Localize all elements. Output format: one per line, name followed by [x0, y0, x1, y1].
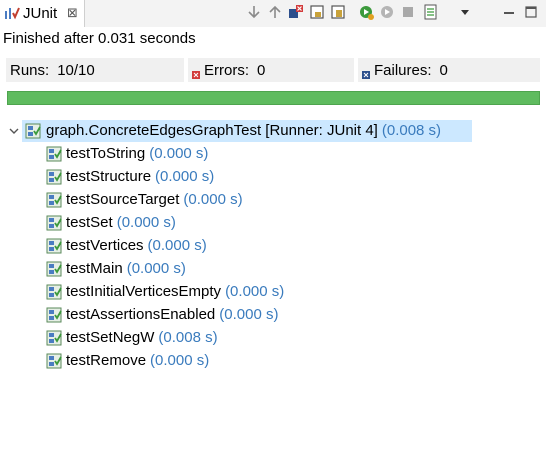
minimize-icon[interactable]: [500, 3, 518, 21]
test-time: (0.008 s): [158, 329, 218, 346]
test-row[interactable]: testRemove (0.000 s): [0, 350, 546, 372]
test-passed-icon: [46, 261, 62, 277]
test-row[interactable]: testSetNegW (0.008 s): [0, 327, 546, 349]
errors-label: Errors:: [204, 61, 249, 79]
test-name: testStructure: [66, 168, 152, 185]
test-name: testRemove: [66, 352, 147, 369]
test-row[interactable]: testSet (0.000 s): [0, 212, 546, 234]
view-title-bar: JUnit ⊠: [0, 0, 546, 27]
test-suite-icon: [25, 123, 41, 139]
counter-panel: Runs: 10/10 Errors: 0 Failures: 0: [0, 58, 546, 84]
view-toolbar: [0, 0, 546, 27]
test-time: (0.000 s): [219, 306, 279, 323]
test-passed-icon: [46, 215, 62, 231]
next-failure-icon[interactable]: [245, 3, 263, 21]
test-row[interactable]: testSourceTarget (0.000 s): [0, 189, 546, 211]
test-passed-icon: [46, 238, 62, 254]
test-row[interactable]: testStructure (0.000 s): [0, 166, 546, 188]
test-run-history-icon[interactable]: [422, 3, 440, 21]
test-row[interactable]: testInitialVerticesEmpty (0.000 s): [0, 281, 546, 303]
errors-value: 0: [257, 61, 266, 79]
test-label: testVertices (0.000 s): [66, 237, 207, 254]
maximize-icon[interactable]: [522, 3, 540, 21]
show-failures-only-icon[interactable]: [287, 3, 305, 21]
test-name: testInitialVerticesEmpty: [66, 283, 222, 300]
test-label: testStructure (0.000 s): [66, 168, 214, 185]
run-status-text: Finished after 0.031 seconds: [3, 30, 196, 47]
test-time: (0.000 s): [116, 214, 176, 231]
test-time: (0.000 s): [149, 145, 209, 162]
test-passed-icon: [46, 307, 62, 323]
test-name: testToString: [66, 145, 146, 162]
test-time: (0.000 s): [150, 352, 210, 369]
failures-value: 0: [439, 61, 448, 79]
test-row[interactable]: testToString (0.000 s): [0, 143, 546, 165]
suite-time: (0.008 s): [381, 122, 442, 139]
view-menu-icon[interactable]: [456, 3, 474, 21]
test-label: testSetNegW (0.008 s): [66, 329, 218, 346]
test-time: (0.000 s): [183, 191, 243, 208]
test-name: testMain: [66, 260, 123, 277]
test-passed-icon: [46, 353, 62, 369]
test-name: testSet: [66, 214, 113, 231]
failure-icon: [362, 66, 370, 79]
test-row[interactable]: testMain (0.000 s): [0, 258, 546, 280]
test-row[interactable]: testVertices (0.000 s): [0, 235, 546, 257]
chevron-down-icon[interactable]: [8, 124, 20, 136]
runs-counter: Runs: 10/10: [6, 58, 184, 82]
failures-counter: Failures: 0: [358, 58, 540, 82]
runs-label: Runs:: [10, 61, 50, 79]
suite-name: graph.ConcreteEdgesGraphTest [Runner: JU…: [46, 122, 378, 139]
test-name: testSetNegW: [66, 329, 155, 346]
layout-toggle-icon[interactable]: [329, 3, 347, 21]
test-time: (0.000 s): [155, 168, 215, 185]
test-label: testSet (0.000 s): [66, 214, 176, 231]
test-passed-icon: [46, 330, 62, 346]
test-label: testSourceTarget (0.000 s): [66, 191, 243, 208]
test-passed-icon: [46, 146, 62, 162]
stop-icon[interactable]: [399, 3, 417, 21]
test-time: (0.000 s): [126, 260, 186, 277]
suite-label: graph.ConcreteEdgesGraphTest [Runner: JU…: [46, 122, 441, 139]
test-name: testSourceTarget: [66, 191, 180, 208]
test-name: testAssertionsEnabled: [66, 306, 216, 323]
suite-row[interactable]: graph.ConcreteEdgesGraphTest [Runner: JU…: [0, 120, 546, 142]
previous-failure-icon[interactable]: [266, 3, 284, 21]
test-passed-icon: [46, 192, 62, 208]
test-label: testMain (0.000 s): [66, 260, 186, 277]
test-time: (0.000 s): [147, 237, 207, 254]
test-label: testAssertionsEnabled (0.000 s): [66, 306, 278, 323]
test-passed-icon: [46, 284, 62, 300]
failures-label: Failures:: [374, 61, 432, 79]
scroll-lock-icon[interactable]: [308, 3, 326, 21]
test-label: testRemove (0.000 s): [66, 352, 209, 369]
test-time: (0.000 s): [225, 283, 285, 300]
rerun-failed-first-icon[interactable]: [378, 3, 396, 21]
errors-counter: Errors: 0: [188, 58, 354, 82]
test-label: testToString (0.000 s): [66, 145, 208, 162]
runs-value: 10/10: [57, 61, 95, 79]
test-name: testVertices: [66, 237, 144, 254]
error-icon: [192, 66, 200, 79]
test-label: testInitialVerticesEmpty (0.000 s): [66, 283, 284, 300]
rerun-test-icon[interactable]: [357, 3, 375, 21]
test-row[interactable]: testAssertionsEnabled (0.000 s): [0, 304, 546, 326]
test-progress-bar: [7, 91, 540, 105]
test-passed-icon: [46, 169, 62, 185]
